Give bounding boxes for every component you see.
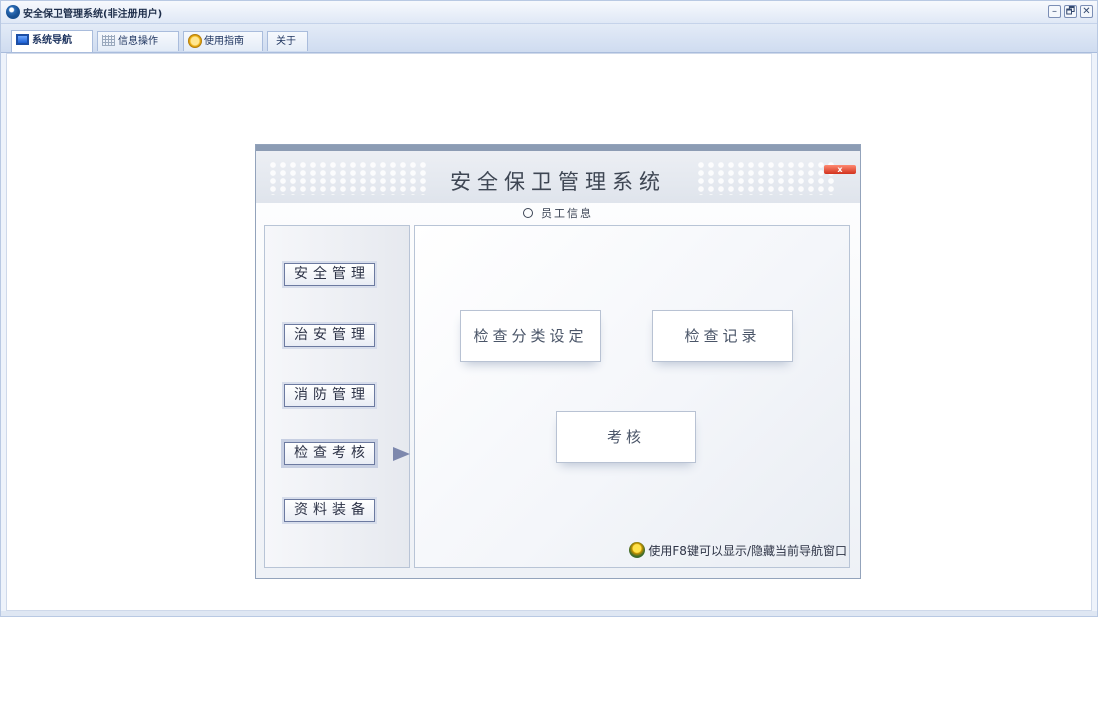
tab-label: 系统导航: [32, 35, 72, 46]
title-bar: 安全保卫管理系统(非注册用户) – 🗗 ✕: [1, 1, 1097, 24]
assessment-button[interactable]: 考核: [556, 411, 696, 463]
menu-security-management[interactable]: 治安管理: [284, 324, 375, 347]
selected-arrow-icon: [393, 447, 410, 461]
menu-materials-equipment[interactable]: 资料装备: [284, 499, 375, 522]
inspection-category-settings-button[interactable]: 检查分类设定: [460, 310, 601, 362]
tab-user-guide[interactable]: 使用指南: [183, 31, 263, 51]
grid-icon: [102, 35, 115, 46]
dialog-title: 安全保卫管理系统: [450, 170, 666, 194]
tab-system-navigation[interactable]: 系统导航: [11, 30, 93, 52]
lightbulb-icon: [629, 542, 646, 558]
tab-label: 使用指南: [204, 36, 244, 47]
tab-about[interactable]: 关于: [267, 31, 308, 51]
employee-info-label: 员工信息: [541, 207, 593, 220]
monitor-icon: [16, 34, 29, 45]
hint-label: 使用F8键可以显示/隐藏当前导航窗口: [648, 544, 847, 558]
restore-button[interactable]: 🗗: [1064, 5, 1077, 18]
function-panel: 检查分类设定 检查记录 考核 使用F8键可以显示/隐藏当前导航窗口: [414, 225, 850, 568]
menu-inspection-assessment[interactable]: 检查考核: [284, 442, 375, 465]
tab-label: 关于: [276, 36, 296, 47]
status-bar: [1, 611, 1097, 616]
tab-information-operation[interactable]: 信息操作: [97, 31, 179, 51]
tab-label: 信息操作: [118, 36, 158, 47]
category-menu: 安全管理 治安管理 消防管理 检查考核 资料装备: [264, 225, 410, 568]
dialog-close-button[interactable]: x: [824, 165, 856, 174]
window-title: 安全保卫管理系统(非注册用户): [23, 9, 163, 20]
hint-text: 使用F8键可以显示/隐藏当前导航窗口: [629, 542, 847, 559]
employee-info-option[interactable]: 员工信息: [256, 205, 860, 221]
menu-safety-management[interactable]: 安全管理: [284, 263, 375, 286]
bulb-icon: [188, 34, 202, 48]
menu-fire-management[interactable]: 消防管理: [284, 384, 375, 407]
close-button[interactable]: ✕: [1080, 5, 1093, 18]
app-logo-icon: [6, 5, 20, 19]
radio-icon[interactable]: [523, 208, 533, 218]
minimize-button[interactable]: –: [1048, 5, 1061, 18]
navigation-dialog: 安全保卫管理系统 x 员工信息 安全管理 治安管理 消防管理 检查考核 资料装备…: [255, 144, 861, 579]
inspection-records-button[interactable]: 检查记录: [652, 310, 793, 362]
dialog-header: 安全保卫管理系统 x: [256, 151, 860, 203]
tab-bar: 系统导航 信息操作 使用指南 关于: [1, 24, 1097, 53]
